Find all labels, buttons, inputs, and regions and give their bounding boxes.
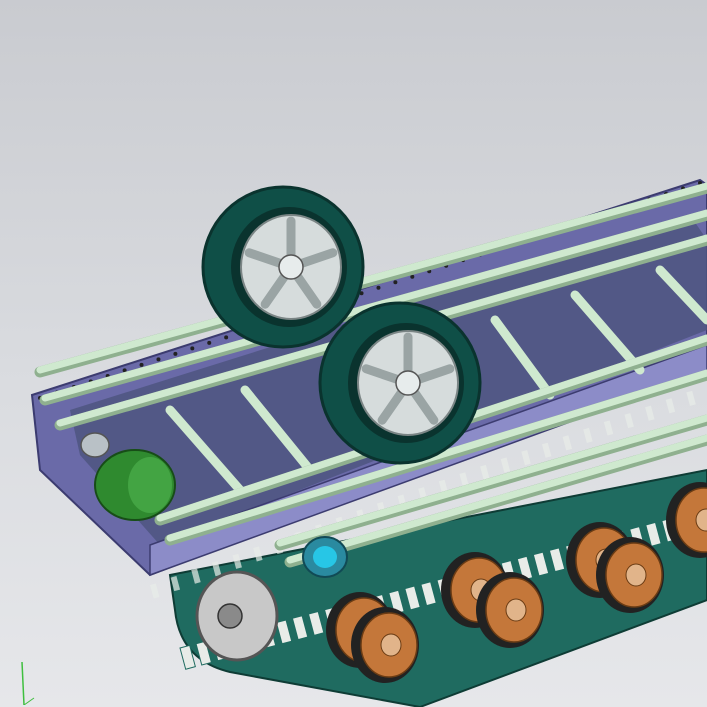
- drive-sprocket[interactable]: [195, 570, 279, 662]
- road-wheel: [596, 537, 664, 613]
- track-link-upper: [150, 583, 160, 599]
- track-link-upper: [500, 457, 511, 473]
- spare-tire: [318, 301, 482, 465]
- bolt: [207, 340, 212, 345]
- pulley-inner: [313, 546, 337, 568]
- spare-tire: [201, 185, 365, 349]
- track-link-upper: [562, 435, 573, 451]
- track-link-upper: [645, 405, 655, 421]
- track-link-upper: [480, 464, 490, 481]
- track-link-upper: [686, 390, 696, 406]
- bolt: [376, 285, 381, 290]
- road-wheel: [476, 572, 544, 648]
- road-wheel-hub: [505, 598, 527, 622]
- bolt: [139, 362, 144, 367]
- road-wheel: [351, 607, 419, 683]
- road-wheel-hub: [380, 633, 402, 657]
- road-wheel-hub: [625, 563, 647, 587]
- rim-hub: [395, 370, 421, 396]
- bolt: [190, 346, 195, 351]
- motor-face: [128, 457, 172, 513]
- track-link-upper: [624, 413, 634, 429]
- track-link-upper: [665, 398, 676, 414]
- rim-hub: [278, 254, 304, 280]
- track-link-upper: [603, 420, 614, 436]
- track-link-upper: [541, 442, 552, 458]
- tension-pulley[interactable]: [302, 536, 348, 578]
- motor-coupling: [80, 432, 110, 458]
- track-link-upper: [521, 450, 531, 466]
- tracked-chassis-model[interactable]: [0, 0, 707, 707]
- sprocket-hub: [217, 603, 243, 629]
- cad-viewport[interactable]: [0, 0, 707, 707]
- bolt: [393, 280, 398, 285]
- track-link-upper: [583, 427, 593, 443]
- bolt: [156, 357, 161, 362]
- bolt: [173, 351, 178, 356]
- axis-triad-icon: [21, 661, 35, 705]
- bolt: [224, 335, 229, 340]
